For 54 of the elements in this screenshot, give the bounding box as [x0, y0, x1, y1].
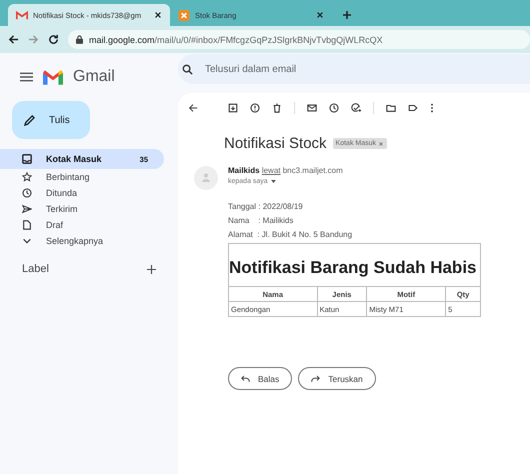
more-icon[interactable]: [430, 103, 434, 113]
reply-button[interactable]: Balas: [228, 367, 292, 390]
star-icon: [22, 172, 32, 182]
sidebar-item[interactable]: Berbintang: [0, 169, 164, 185]
archive-icon[interactable]: [228, 103, 238, 113]
body-line: Nama : Mailikids: [228, 216, 294, 225]
forward-icon: [311, 374, 320, 382]
mail-logo-icon: [43, 70, 63, 84]
sidebar-item[interactable]: Ditunda: [0, 185, 164, 201]
delete-icon[interactable]: [272, 103, 282, 113]
app-name: Gmail: [73, 68, 115, 86]
via-link[interactable]: lewat: [262, 166, 280, 175]
app-logo-icon: [178, 10, 190, 20]
mail-logo-icon: [16, 10, 28, 20]
warning-icon[interactable]: [250, 103, 260, 113]
reply-icon: [241, 374, 250, 382]
body-line: Tanggal : 2022/08/19: [228, 202, 304, 211]
sender-domain: bnc3.mailjet.com: [282, 166, 343, 175]
new-tab-icon[interactable]: [342, 10, 352, 20]
task-icon[interactable]: [351, 103, 361, 113]
clock-icon[interactable]: [329, 103, 339, 113]
back-icon[interactable]: [188, 103, 198, 113]
body-line: Alamat : Jl. Bukit 4 No. 5 Bandung: [228, 230, 354, 239]
search-icon: [182, 64, 193, 74]
url-host: mail.google.com: [89, 34, 155, 44]
chevron-icon: [22, 236, 32, 246]
sender-name: Mailkids: [228, 166, 260, 175]
mail-icon[interactable]: [307, 103, 317, 113]
reload-icon[interactable]: [48, 34, 59, 45]
send-icon: [22, 204, 32, 214]
address-bar[interactable]: mail.google.com/mail/u/0/#inbox/FMfcgzGqPzJSlgrkBNjvTvbgQjWLRcQX: [68, 30, 530, 49]
menu-icon[interactable]: [20, 72, 33, 82]
folder-icon[interactable]: [386, 103, 396, 113]
email-subject: Notifikasi Stock: [224, 135, 327, 152]
close-icon[interactable]: [154, 11, 162, 19]
labels-heading: Label: [22, 263, 49, 275]
inbox-icon: [22, 154, 32, 164]
sidebar-item[interactable]: Draf: [0, 217, 164, 233]
document-icon: [22, 220, 32, 230]
url-path: /mail/u/0/#inbox/FMfcgzGqPzJSlgrkBNjvTvbgQjWLRcQX: [154, 34, 383, 44]
clock-icon: [22, 188, 32, 198]
compose-button[interactable]: Tulis: [12, 101, 90, 139]
add-icon[interactable]: [147, 264, 156, 274]
sidebar-item[interactable]: Terkirim: [0, 201, 164, 217]
table-title: Notifikasi Barang Sudah Habis: [229, 257, 478, 279]
sidebar-item[interactable]: Selengkapnya: [0, 233, 164, 249]
close-icon[interactable]: [316, 11, 324, 19]
caret-icon: [270, 180, 276, 183]
back-icon[interactable]: [8, 34, 19, 45]
avatar-icon: [194, 166, 218, 190]
label-icon[interactable]: [408, 103, 418, 113]
forward-button[interactable]: Teruskan: [298, 367, 376, 390]
pencil-icon: [24, 114, 35, 126]
lock-icon: [76, 35, 83, 44]
